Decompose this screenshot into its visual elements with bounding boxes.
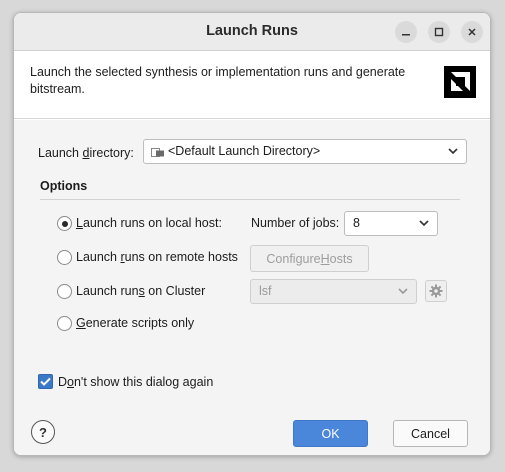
ok-button[interactable]: OK [293,420,368,447]
options-title: Options [40,179,88,193]
cluster-settings-button[interactable] [425,280,447,302]
chevron-down-icon [419,220,429,227]
number-of-jobs-label: Number of jobs: [251,216,340,230]
launch-directory-dropdown[interactable]: <Default Launch Directory> [143,139,467,164]
local-host-radio[interactable] [57,216,72,231]
minimize-icon [402,34,410,36]
cancel-button[interactable]: Cancel [393,420,468,447]
launch-directory-label: Launch directory: [38,146,134,160]
configure-hosts-button[interactable]: Configure Hosts [250,245,369,272]
chevron-down-icon [448,148,458,155]
maximize-button[interactable] [428,21,450,43]
remote-hosts-label: Launch runs on remote hosts [76,250,238,264]
generate-scripts-radio[interactable] [57,316,72,331]
dialog-header: Launch the selected synthesis or impleme… [14,52,490,119]
folder-icon [151,148,164,157]
cluster-dropdown[interactable]: lsf [250,279,417,304]
dont-show-checkbox[interactable] [38,374,53,389]
remote-hosts-radio[interactable] [57,250,72,265]
cluster-label: Launch runs on Cluster [76,284,206,298]
maximize-icon [434,27,444,37]
dialog-title: Launch Runs [206,23,298,39]
checkmark-icon [40,377,51,386]
header-description: Launch the selected synthesis or impleme… [30,65,406,96]
cluster-radio[interactable] [57,284,72,299]
close-button[interactable] [461,21,483,43]
local-host-label: Launch runs on local host: [76,216,222,230]
title-bar[interactable]: Launch Runs [14,13,490,51]
dialog-body: Launch directory: <Default Launch Direct… [14,120,490,455]
gear-icon [429,284,443,298]
generate-scripts-label: Generate scripts only [76,316,195,330]
cluster-value: lsf [259,284,272,298]
close-icon [468,28,476,36]
amd-logo [444,66,476,98]
launch-runs-dialog: Launch Runs Launch the selected synthesi… [13,12,491,456]
number-of-jobs-dropdown[interactable]: 8 [344,211,438,236]
launch-directory-value: <Default Launch Directory> [168,144,321,158]
minimize-button[interactable] [395,21,417,43]
options-divider [40,199,460,200]
chevron-down-icon [398,288,408,295]
number-of-jobs-value: 8 [353,216,360,230]
help-button[interactable]: ? [31,420,55,444]
dont-show-label: Don't show this dialog again [58,375,214,389]
